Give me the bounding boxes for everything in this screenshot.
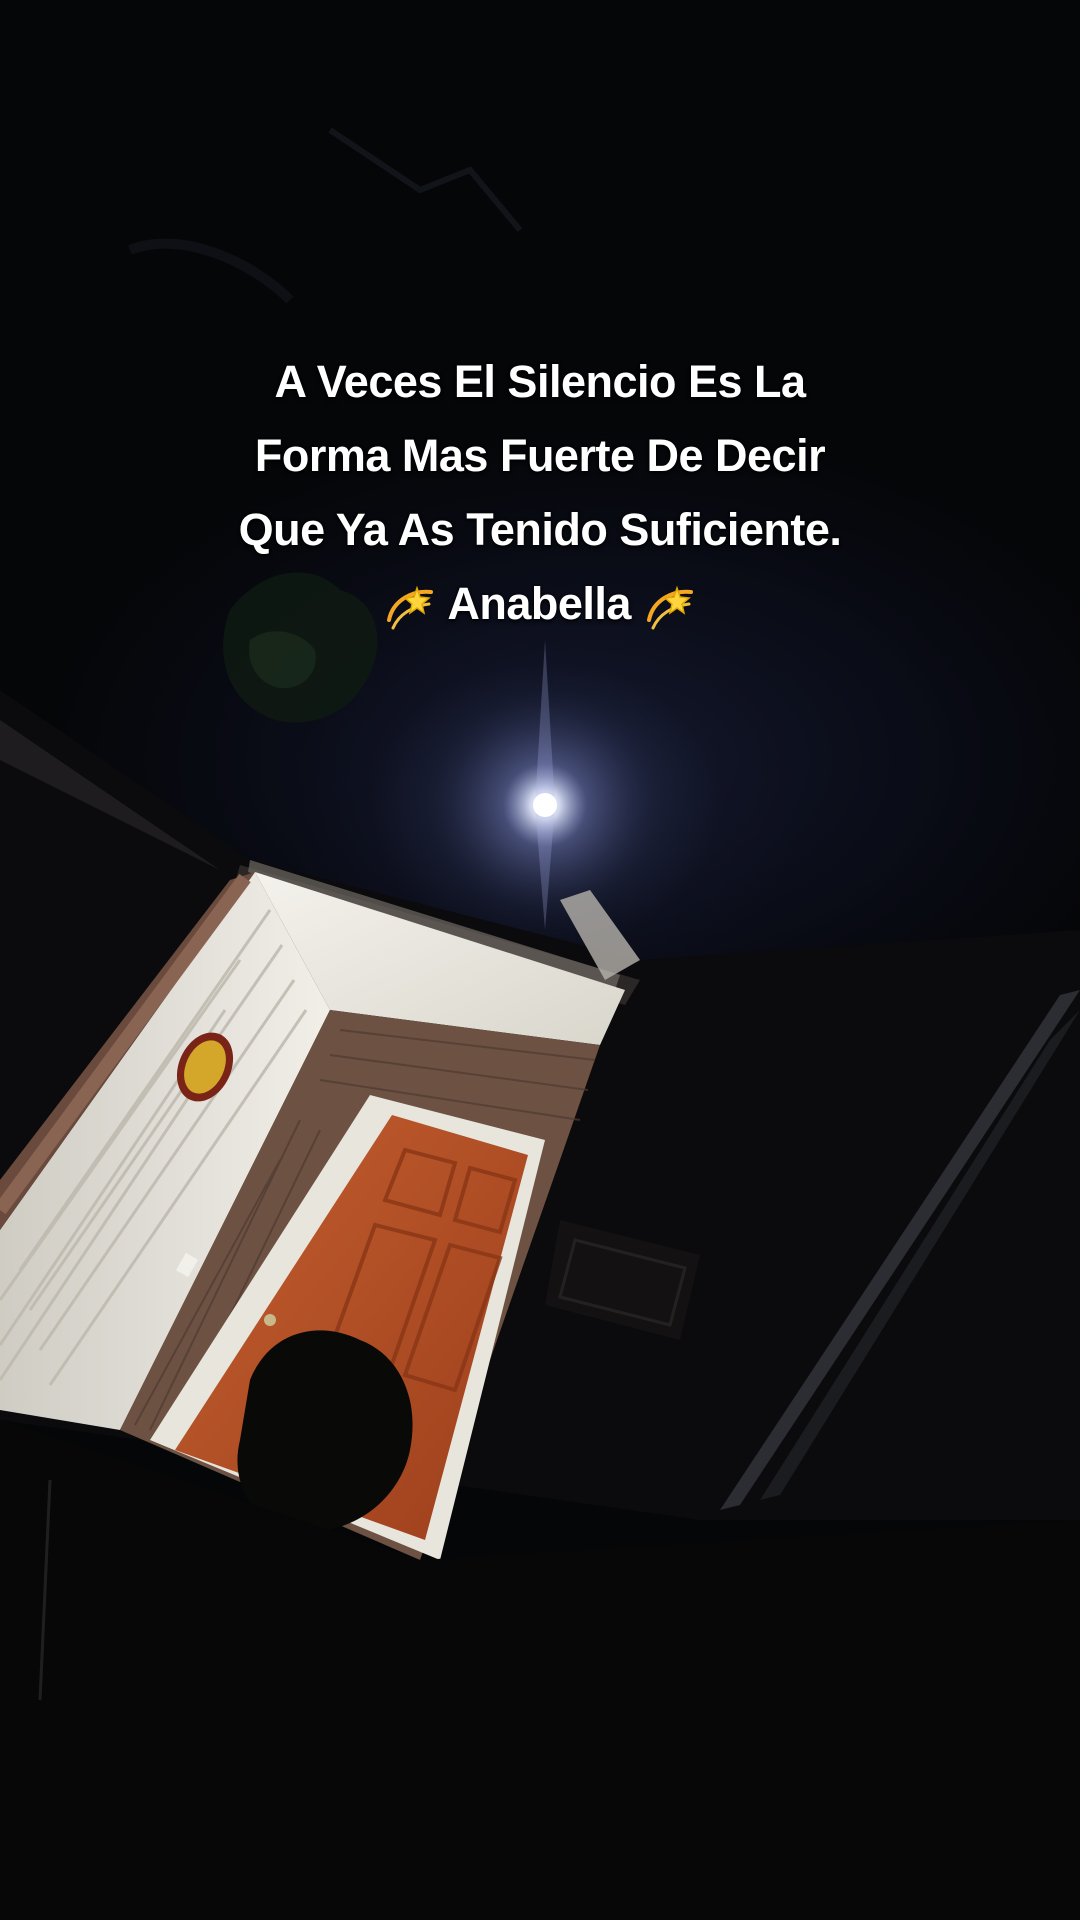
caption-line-2: Forma Mas Fuerte De Decir <box>254 430 826 481</box>
dizzy-star-icon <box>387 585 434 630</box>
house-photo <box>0 127 1080 1920</box>
moon-light <box>425 640 665 930</box>
dizzy-star-icon <box>646 585 693 630</box>
caption-overlay: A Veces El Silencio Es La Forma Mas Fuer… <box>90 345 990 641</box>
night-photo-scene: A Veces El Silencio Es La Forma Mas Fuer… <box>0 0 1080 1920</box>
caption-line-3: Que Ya As Tenido Suficiente. <box>238 504 842 555</box>
door-knob <box>264 1314 276 1326</box>
signature-name: Anabella <box>447 578 631 629</box>
signature-line: Anabella <box>90 567 990 641</box>
caption-line-1: A Veces El Silencio Es La <box>274 356 806 407</box>
